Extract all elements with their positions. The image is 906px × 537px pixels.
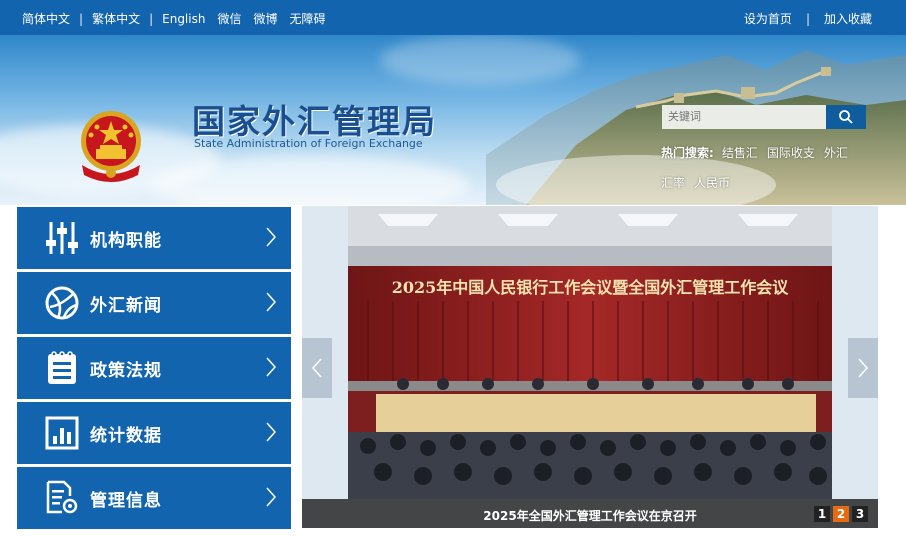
meeting-photo: 2025年中国人民银行工作会议暨全国外汇管理工作会议 — [348, 206, 832, 499]
hot-search-term[interactable]: 人民币 — [694, 176, 730, 190]
carousel-page-3[interactable]: 3 — [852, 506, 868, 522]
carousel-slide-image[interactable]: 2025年中国人民银行工作会议暨全国外汇管理工作会议 — [348, 206, 832, 499]
chevron-right-icon — [266, 487, 277, 507]
settings-doc-icon — [46, 480, 78, 514]
chevron-right-icon — [266, 422, 277, 442]
menu-item-policy[interactable]: 政策法规 — [17, 337, 291, 399]
globe-icon — [45, 286, 79, 320]
menu-item-news[interactable]: 外汇新闻 — [17, 272, 291, 334]
hot-search-label: 热门搜索: — [661, 146, 714, 160]
accessibility-link[interactable]: 无障碍 — [290, 10, 326, 27]
cloud-decoration — [150, 155, 470, 205]
chart-icon — [45, 416, 79, 450]
chevron-left-icon — [311, 358, 322, 378]
menu-item-statistics[interactable]: 统计数据 — [17, 402, 291, 464]
carousel-prev-button[interactable] — [302, 338, 332, 398]
carousel-caption[interactable]: 2025年全国外汇管理工作会议在京召开 — [302, 507, 878, 524]
lang-english-link[interactable]: English — [162, 12, 205, 26]
chevron-right-icon — [858, 358, 869, 378]
menu-item-label: 管理信息 — [90, 490, 162, 511]
search-button[interactable] — [826, 105, 866, 129]
site-title: 国家外汇管理局 — [192, 102, 437, 141]
hot-search-term[interactable]: 汇率 — [661, 176, 685, 190]
meeting-banner-text: 2025年中国人民银行工作会议暨全国外汇管理工作会议 — [392, 278, 790, 297]
carousel-pagination: 1 2 3 — [811, 506, 868, 522]
chevron-right-icon — [266, 292, 277, 312]
separator: | — [79, 11, 84, 26]
sliders-icon — [46, 222, 78, 254]
lang-traditional-link[interactable]: 繁体中文 — [92, 10, 140, 27]
separator: | — [805, 11, 810, 26]
carousel-caption-bar: 2025年全国外汇管理工作会议在京召开 1 2 3 — [302, 499, 878, 528]
document-icon — [48, 351, 76, 384]
menu-item-management[interactable]: 管理信息 — [17, 467, 291, 529]
chevron-right-icon — [266, 227, 277, 247]
chevron-right-icon — [266, 357, 277, 377]
carousel-page-2[interactable]: 2 — [833, 506, 849, 522]
menu-item-label: 统计数据 — [90, 425, 162, 446]
site-subtitle: State Administration of Foreign Exchange — [194, 137, 423, 150]
weibo-link[interactable]: 微博 — [253, 10, 277, 27]
menu-item-label: 政策法规 — [90, 360, 162, 381]
search-icon — [839, 110, 853, 124]
lang-simplified-link[interactable]: 简体中文 — [22, 10, 70, 27]
set-homepage-link[interactable]: 设为首页 — [744, 10, 792, 27]
header-banner: 国家外汇管理局 State Administration of Foreign … — [0, 35, 906, 205]
national-emblem-logo — [81, 111, 141, 182]
carousel-page-1[interactable]: 1 — [814, 506, 830, 522]
search-input[interactable] — [662, 105, 826, 129]
menu-item-label: 机构职能 — [90, 230, 162, 251]
news-carousel: 2025年中国人民银行工作会议暨全国外汇管理工作会议 2025年全国外汇管理工作… — [302, 206, 878, 528]
wechat-link[interactable]: 微信 — [217, 10, 241, 27]
menu-item-label: 外汇新闻 — [90, 295, 162, 316]
hot-search-term[interactable]: 结售汇 — [722, 146, 758, 160]
hot-search-term[interactable]: 国际收支 — [767, 146, 815, 160]
top-bar: 简体中文 | 繁体中文 | English 微信 微博 无障碍 设为首页 | 加… — [0, 0, 906, 35]
main-menu: 机构职能 外汇新闻 政策法规 统计数据 管理信息 — [17, 207, 291, 532]
separator: | — [149, 11, 154, 26]
hot-search-term[interactable]: 外汇 — [824, 146, 848, 160]
carousel-next-button[interactable] — [848, 338, 878, 398]
add-favorite-link[interactable]: 加入收藏 — [824, 10, 872, 27]
hot-search: 热门搜索: 结售汇 国际收支 外汇汇率 人民币 — [661, 138, 866, 198]
menu-item-institution[interactable]: 机构职能 — [17, 207, 291, 269]
